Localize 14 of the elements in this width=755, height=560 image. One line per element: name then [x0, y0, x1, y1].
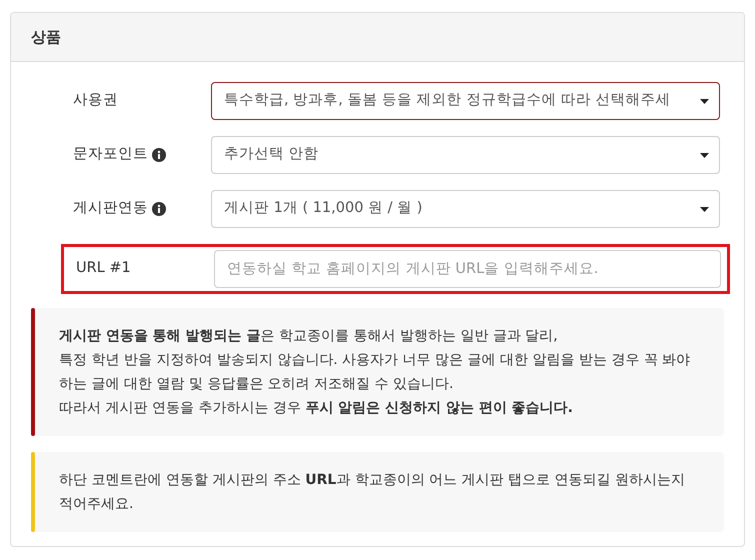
notice-text: 하단 코멘트란에 연동할 게시판의 주소 URL과 학교종이의 어느 게시판 탭으로 연동되길 원하시는지 적어주세요. — [58, 471, 686, 514]
caret-icon — [700, 206, 709, 212]
field-label: 사용권 — [73, 91, 118, 110]
panel-title: 상품 — [31, 26, 61, 48]
field-label: 게시판연동 — [73, 199, 148, 218]
caret-icon — [700, 152, 709, 158]
caret-icon — [700, 98, 709, 104]
field-label: URL #1 — [76, 259, 131, 278]
dropdown[interactable]: 특수학급, 방과후, 돌봄 등을 제외한 정규학급수에 따라 선택해주세 — [211, 82, 720, 120]
url-field[interactable]: 연동하실 학교 홈페이지의 게시판 URL을 입력해주세요. — [214, 250, 721, 288]
notice-text: 게시판 연동을 통해 발행되는 글은 학교종이를 통해서 발행하는 일반 글과 달리, 특정 학년 반을 지정하여 발송되지 않습니다. 사용자가 너무 많은 글에 대한 알림을 받는 경우 꼭 봐야하는 글에 대한 열람 및 응답률은 오히려 저조해질 수 있습니다. 따라서 게시판 연동을 추가하시는 경우 푸시 알림은 신청하지 않는 편이 좋습니다. — [58, 327, 692, 418]
dropdown[interactable]: 추가선택 안함 — [211, 136, 720, 174]
dropdown[interactable]: 게시판 1개 ( 11,000 원 / 월 ) — [211, 190, 720, 228]
field-label: 문자포인트 — [73, 145, 148, 164]
